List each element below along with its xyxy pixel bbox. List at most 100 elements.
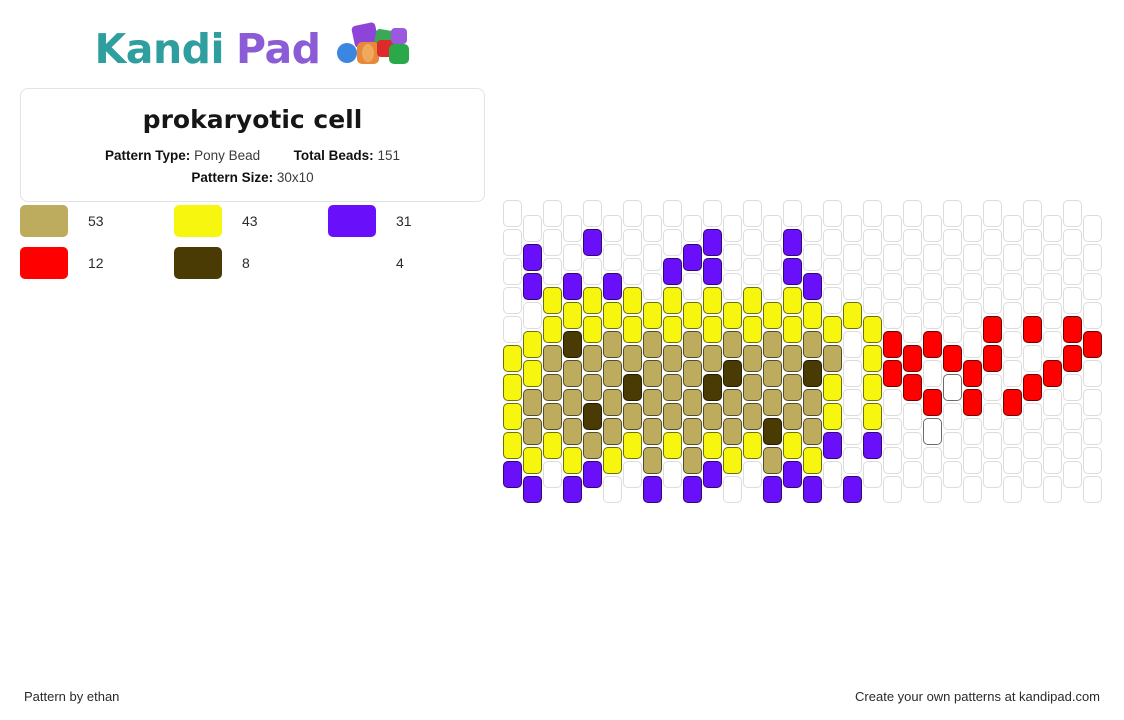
bead-empty[interactable] <box>963 475 982 503</box>
bead-filled[interactable] <box>803 475 822 503</box>
bead-filled[interactable] <box>623 432 642 459</box>
bead-empty[interactable] <box>903 403 922 430</box>
bead-empty[interactable] <box>763 243 782 271</box>
bead-filled[interactable] <box>983 316 1002 343</box>
bead-empty[interactable] <box>863 258 882 285</box>
bead-filled[interactable] <box>923 388 942 416</box>
bead-empty[interactable] <box>1003 417 1022 445</box>
bead-empty[interactable] <box>743 200 762 227</box>
bead-filled[interactable] <box>523 446 542 474</box>
bead-filled[interactable] <box>663 258 682 285</box>
bead-filled[interactable] <box>943 345 962 372</box>
bead-empty[interactable] <box>883 446 902 474</box>
bead-filled[interactable] <box>703 432 722 459</box>
bead-filled[interactable] <box>823 316 842 343</box>
bead-filled[interactable] <box>763 301 782 329</box>
bead-filled[interactable] <box>723 446 742 474</box>
bead-empty[interactable] <box>1023 461 1042 488</box>
bead-empty[interactable] <box>1063 432 1082 459</box>
bead-filled[interactable] <box>583 229 602 256</box>
bead-empty[interactable] <box>983 287 1002 314</box>
bead-filled[interactable] <box>523 272 542 300</box>
bead-empty[interactable] <box>1063 461 1082 488</box>
bead-filled[interactable] <box>823 374 842 401</box>
bead-filled[interactable] <box>803 301 822 329</box>
bead-empty[interactable] <box>923 446 942 474</box>
bead-empty[interactable] <box>883 388 902 416</box>
bead-empty[interactable] <box>643 214 662 242</box>
bead-filled[interactable] <box>583 403 602 430</box>
bead-empty[interactable] <box>1083 301 1102 329</box>
bead-empty[interactable] <box>1023 258 1042 285</box>
bead-filled[interactable] <box>643 446 662 474</box>
bead-empty[interactable] <box>863 229 882 256</box>
bead-filled[interactable] <box>663 374 682 401</box>
bead-empty[interactable] <box>1083 359 1102 387</box>
bead-empty[interactable] <box>823 229 842 256</box>
bead-filled[interactable] <box>623 403 642 430</box>
bead-filled[interactable] <box>523 359 542 387</box>
bead-filled[interactable] <box>603 301 622 329</box>
bead-filled[interactable] <box>643 475 662 503</box>
bead-empty[interactable] <box>1003 272 1022 300</box>
bead-filled[interactable] <box>1003 388 1022 416</box>
bead-empty[interactable] <box>883 417 902 445</box>
bead-empty[interactable] <box>903 316 922 343</box>
bead-empty[interactable] <box>1023 229 1042 256</box>
bead-empty[interactable] <box>863 461 882 488</box>
bead-empty[interactable] <box>723 475 742 503</box>
bead-filled[interactable] <box>863 374 882 401</box>
bead-filled[interactable] <box>743 345 762 372</box>
bead-empty[interactable] <box>983 432 1002 459</box>
bead-empty[interactable] <box>563 243 582 271</box>
bead-filled[interactable] <box>763 330 782 358</box>
bead-filled[interactable] <box>883 330 902 358</box>
bead-empty[interactable] <box>683 272 702 300</box>
bead-filled[interactable] <box>583 432 602 459</box>
bead-filled[interactable] <box>563 301 582 329</box>
bead-empty[interactable] <box>1083 272 1102 300</box>
bead-filled[interactable] <box>783 461 802 488</box>
bead-filled[interactable] <box>723 301 742 329</box>
bead-empty[interactable] <box>563 214 582 242</box>
bead-filled[interactable] <box>803 272 822 300</box>
bead-filled[interactable] <box>703 316 722 343</box>
bead-pattern-canvas[interactable] <box>503 200 1107 503</box>
bead-empty[interactable] <box>1063 374 1082 401</box>
bead-white[interactable] <box>943 374 962 401</box>
bead-filled[interactable] <box>723 330 742 358</box>
bead-empty[interactable] <box>943 200 962 227</box>
bead-empty[interactable] <box>723 243 742 271</box>
bead-filled[interactable] <box>823 432 842 459</box>
bead-empty[interactable] <box>923 272 942 300</box>
bead-empty[interactable] <box>583 200 602 227</box>
bead-filled[interactable] <box>923 330 942 358</box>
bead-empty[interactable] <box>843 359 862 387</box>
bead-empty[interactable] <box>703 200 722 227</box>
bead-filled[interactable] <box>583 461 602 488</box>
bead-empty[interactable] <box>1043 214 1062 242</box>
bead-filled[interactable] <box>783 374 802 401</box>
bead-filled[interactable] <box>783 258 802 285</box>
bead-filled[interactable] <box>583 316 602 343</box>
bead-filled[interactable] <box>743 374 762 401</box>
bead-empty[interactable] <box>723 214 742 242</box>
bead-empty[interactable] <box>923 475 942 503</box>
bead-empty[interactable] <box>1003 359 1022 387</box>
bead-filled[interactable] <box>563 272 582 300</box>
bead-empty[interactable] <box>963 272 982 300</box>
bead-filled[interactable] <box>583 374 602 401</box>
bead-filled[interactable] <box>603 417 622 445</box>
bead-empty[interactable] <box>1003 214 1022 242</box>
bead-empty[interactable] <box>543 258 562 285</box>
bead-empty[interactable] <box>1063 287 1082 314</box>
bead-empty[interactable] <box>1063 229 1082 256</box>
bead-filled[interactable] <box>803 359 822 387</box>
bead-empty[interactable] <box>643 272 662 300</box>
bead-filled[interactable] <box>683 243 702 271</box>
bead-filled[interactable] <box>703 461 722 488</box>
bead-empty[interactable] <box>543 461 562 488</box>
bead-empty[interactable] <box>983 403 1002 430</box>
bead-filled[interactable] <box>683 301 702 329</box>
bead-empty[interactable] <box>663 461 682 488</box>
